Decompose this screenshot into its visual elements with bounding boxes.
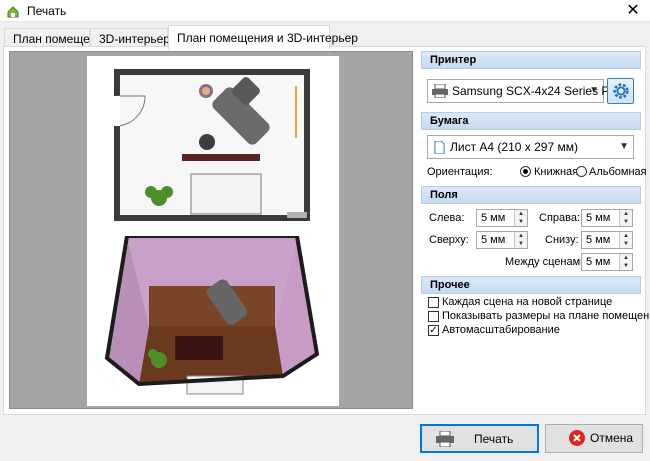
spin-down-icon[interactable]: ▼ [620,262,632,270]
show-dimensions-label: Показывать размеры на плане помещения [442,310,650,322]
spin-up-icon[interactable]: ▲ [515,210,527,218]
orientation-landscape-label: Альбомная [589,166,647,178]
margin-bottom-label: Снизу: [545,234,579,246]
show-dimensions-checkbox[interactable] [428,311,439,322]
margins-section-header: Поля [421,186,641,204]
floor-plan-image [114,69,310,221]
cancel-button[interactable]: Отмена [545,424,643,453]
margin-bottom-stepper[interactable]: 5 мм ▲ ▼ [581,231,633,249]
margin-left-stepper[interactable]: 5 мм ▲ ▼ [476,209,528,227]
printer-section-header: Принтер [421,51,641,69]
other-section-header: Прочее [421,276,641,294]
page-icon [434,141,445,154]
printer-icon [436,431,454,447]
margin-left-value: 5 мм [481,212,506,224]
margin-right-stepper[interactable]: 5 мм ▲ ▼ [581,209,633,227]
spin-down-icon[interactable]: ▼ [620,240,632,248]
orientation-portrait-radio[interactable] [520,166,531,177]
scene-spacing-value: 5 мм [586,256,611,268]
new-page-checkbox[interactable] [428,297,439,308]
new-page-label: Каждая сцена на новой странице [442,296,613,308]
window-title: Печать [27,4,67,18]
margin-top-stepper[interactable]: 5 мм ▲ ▼ [476,231,528,249]
margin-top-label: Сверху: [429,234,469,246]
spin-up-icon[interactable]: ▲ [515,232,527,240]
scene-spacing-stepper[interactable]: 5 мм ▲ ▼ [581,253,633,271]
tab-floor-plan[interactable]: План помещения [4,28,110,48]
printer-select[interactable]: Samsung SCX-4x24 Series PCL... ▼ [427,79,635,103]
printer-icon [432,84,448,98]
margin-left-label: Слева: [429,212,465,224]
settings-panel: Принтер Samsung SCX-4x24 Series PCL... ▼… [421,51,650,411]
autoscale-label: Автомасштабирование [442,324,560,336]
title-bar: Печать ✕ [0,0,650,22]
paper-size: Лист A4 (210 x 297 мм) [450,140,578,154]
orientation-landscape-radio[interactable] [576,166,587,177]
print-button[interactable]: Печать [420,424,539,453]
print-preview [9,51,413,409]
printer-settings-button[interactable] [607,78,634,104]
tab-3d-interior[interactable]: 3D-интерьер [90,28,170,48]
scene-spacing-label: Между сценами: [505,256,590,268]
paper-section-header: Бумага [421,112,641,130]
gear-icon [613,83,629,99]
cancel-label: Отмена [590,431,634,445]
print-label: Печать [474,432,514,446]
preview-page [87,56,339,406]
3d-interior-image [104,236,320,395]
spin-up-icon[interactable]: ▲ [620,210,632,218]
spin-down-icon[interactable]: ▼ [515,240,527,248]
margin-bottom-value: 5 мм [586,234,611,246]
margin-right-value: 5 мм [586,212,611,224]
spin-up-icon[interactable]: ▲ [620,232,632,240]
orientation-label: Ориентация: [427,166,493,178]
cancel-icon [569,430,585,446]
tab-floor-plan-and-3d[interactable]: План помещения и 3D-интерьер [168,25,358,49]
autoscale-checkbox[interactable]: ✓ [428,325,439,336]
chevron-down-icon: ▼ [619,141,629,152]
orientation-portrait-label: Книжная [534,166,579,178]
spin-down-icon[interactable]: ▼ [515,218,527,226]
spin-down-icon[interactable]: ▼ [620,218,632,226]
paper-select[interactable]: Лист A4 (210 x 297 мм) ▼ [427,135,634,159]
spin-up-icon[interactable]: ▲ [620,254,632,262]
margin-top-value: 5 мм [481,234,506,246]
margin-right-label: Справа: [539,212,581,224]
chevron-down-icon: ▼ [589,85,599,96]
app-logo-icon [7,6,19,18]
close-icon[interactable]: ✕ [616,0,650,22]
